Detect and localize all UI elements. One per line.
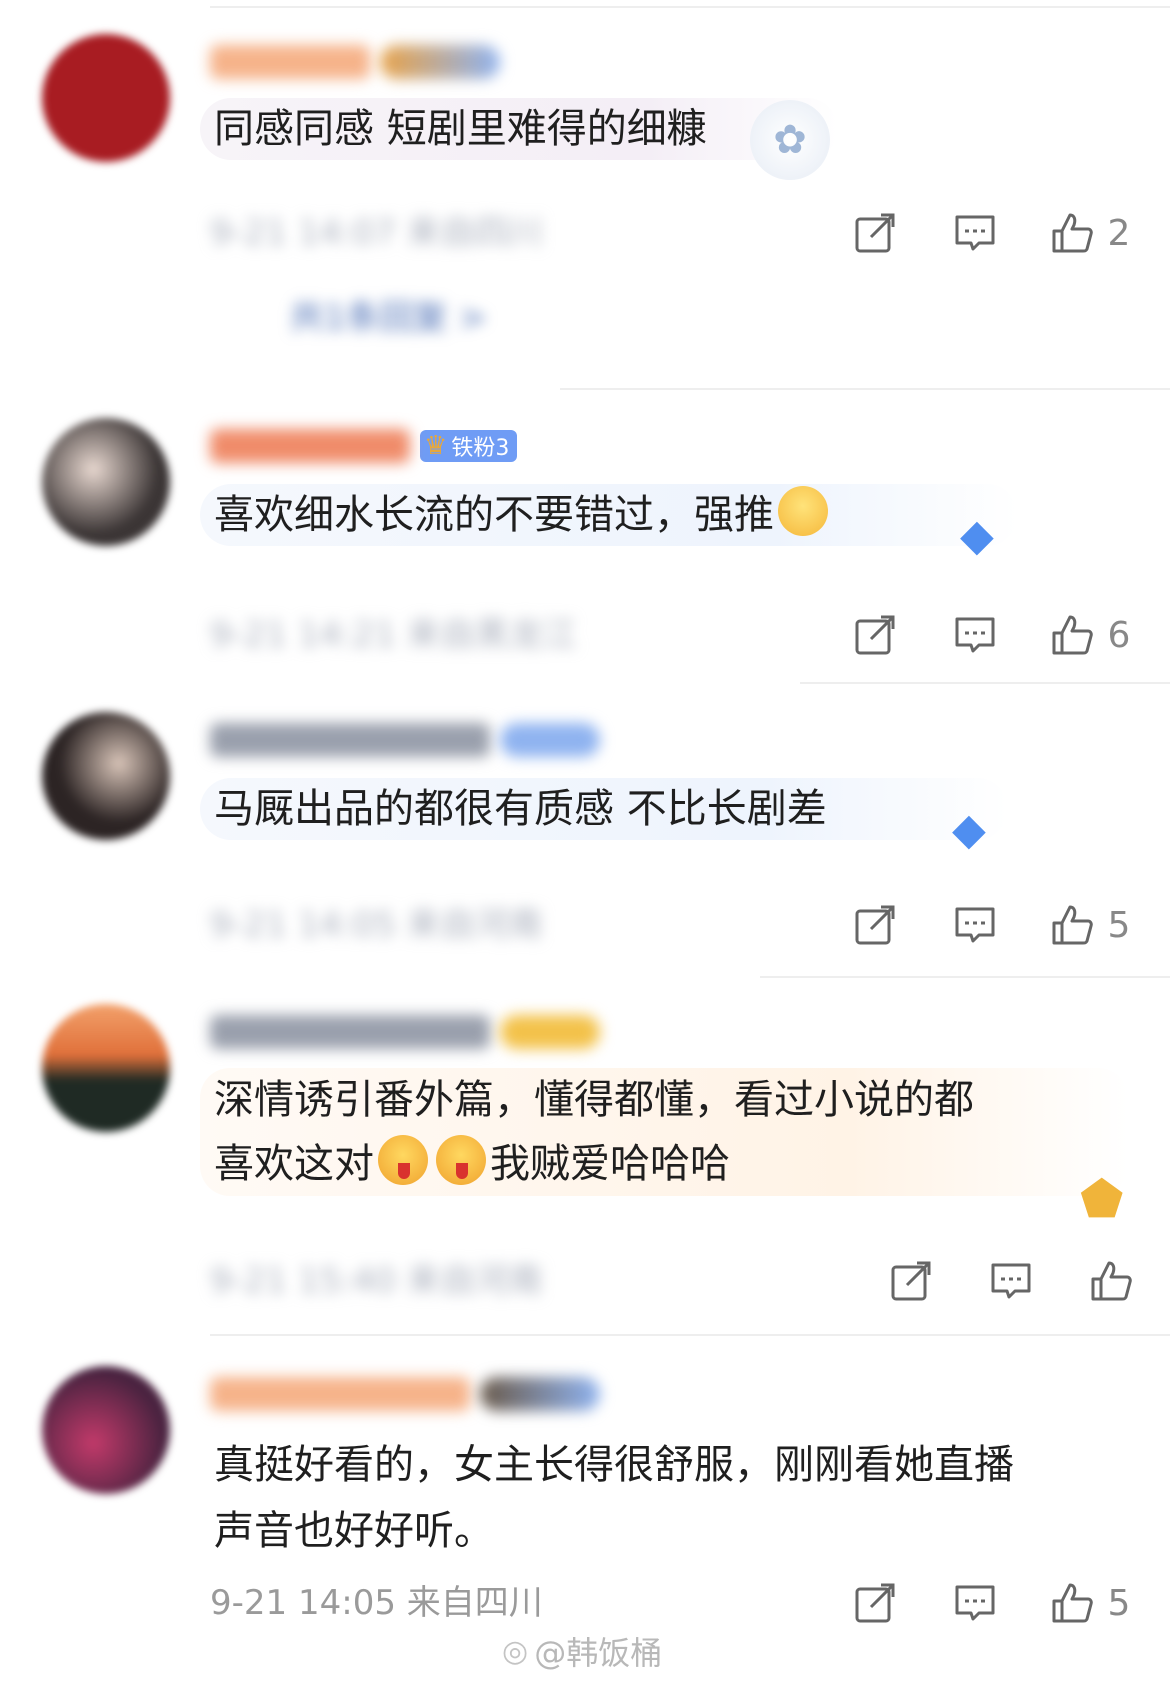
divider (760, 976, 1170, 978)
weibo-logo-icon: ◎ (502, 1633, 529, 1669)
comment-meta: 9-21 14:07 来自四川 (210, 213, 543, 253)
username[interactable] (210, 429, 410, 463)
username-row (210, 40, 500, 84)
comment-text-bubble: 喜欢细水长流的不要错过，强推 (200, 484, 1018, 546)
username[interactable] (210, 45, 370, 79)
drool-emoji-icon (378, 1135, 428, 1185)
comment-text: 马厩出品的都很有质感 不比长剧差 (214, 786, 827, 832)
diamond-deco-icon: ◆ (952, 804, 986, 855)
like-button[interactable]: 5 (1030, 1578, 1150, 1628)
comment-meta: 9-21 15:40 来自河南 (210, 1261, 543, 1301)
avatar[interactable] (42, 1004, 170, 1132)
top-divider (210, 6, 1170, 8)
like-icon (1052, 213, 1093, 253)
username-row (210, 1372, 600, 1416)
comment-text-line-1: 深情诱引番外篇，懂得都懂，看过小说的都 (214, 1077, 974, 1123)
repost-button[interactable] (830, 1578, 920, 1628)
action-bar: 5 (830, 1578, 1150, 1628)
repost-button[interactable] (830, 610, 920, 660)
username[interactable] (210, 723, 490, 757)
comment-icon (955, 215, 995, 251)
comment-text-line-2: 声音也好好听。 (214, 1508, 494, 1554)
comment-meta: 9-21 14:21 来自黑龙江 (210, 615, 577, 655)
comment-text-bubble: 深情诱引番外篇，懂得都懂，看过小说的都 喜欢这对 我贼爱哈哈哈 (200, 1068, 1128, 1196)
action-bar: 6 (830, 610, 1150, 660)
divider (800, 682, 1170, 684)
action-bar (866, 1256, 1156, 1306)
divider (210, 1334, 1170, 1336)
comment-button[interactable] (920, 610, 1030, 660)
like-icon (1091, 1261, 1132, 1301)
username-row: ♛ 铁粉3 (210, 424, 518, 468)
comment-button[interactable] (920, 900, 1030, 950)
username[interactable] (210, 1015, 490, 1049)
view-replies-link[interactable]: 共1条回复 > (290, 290, 487, 339)
repost-icon (855, 615, 895, 655)
repost-icon (855, 905, 895, 945)
comment-text-line-2: 喜欢这对 我贼爱哈哈哈 (214, 1132, 1114, 1196)
username-row (210, 1010, 600, 1054)
comment-icon (955, 907, 995, 943)
like-count: 6 (1107, 614, 1131, 656)
repost-button[interactable] (866, 1256, 956, 1306)
repost-icon (855, 213, 895, 253)
like-button[interactable]: 2 (1030, 208, 1150, 258)
comment-icon (955, 617, 995, 653)
watermark: ◎ @韩饭桶 (502, 1633, 663, 1673)
comment-text: 喜欢细水长流的不要错过，强推 (214, 492, 774, 538)
avatar[interactable] (42, 1366, 170, 1494)
user-badge (500, 723, 600, 757)
comment-meta: 9-21 14:05 来自河南 (210, 905, 543, 945)
comment-text-bubble: 真挺好看的，女主长得很舒服，刚刚看她直播 声音也好好听。 (200, 1432, 1170, 1564)
gold-gem-deco-icon: ⬟ (1080, 1170, 1124, 1228)
comment-text: 同感同感 短剧里难得的细糠 (214, 106, 707, 152)
like-button[interactable]: 5 (1030, 900, 1150, 950)
user-badge (380, 45, 500, 79)
like-icon (1052, 1583, 1093, 1623)
fan-badge: ♛ 铁粉3 (420, 430, 518, 462)
like-icon (1052, 615, 1093, 655)
like-button[interactable] (1066, 1256, 1156, 1306)
action-bar: 2 (830, 208, 1150, 258)
user-badge (500, 1015, 600, 1049)
repost-button[interactable] (830, 900, 920, 950)
comment-button[interactable] (920, 208, 1030, 258)
bubble-sticker-icon: ✿ (750, 100, 830, 180)
sleepy-emoji-icon (778, 486, 828, 536)
like-count: 5 (1107, 904, 1131, 946)
username[interactable] (210, 1377, 470, 1411)
divider (560, 388, 1170, 390)
avatar[interactable] (42, 34, 170, 162)
repost-icon (891, 1261, 931, 1301)
like-icon (1052, 905, 1093, 945)
comment-text-line-1: 真挺好看的，女主长得很舒服，刚刚看她直播 (214, 1442, 1014, 1488)
comment-button[interactable] (920, 1578, 1030, 1628)
like-button[interactable]: 6 (1030, 610, 1150, 660)
avatar[interactable] (42, 712, 170, 840)
action-bar: 5 (830, 900, 1150, 950)
crown-icon: ♛ (424, 431, 448, 461)
repost-icon (855, 1583, 895, 1623)
like-count: 5 (1107, 1582, 1131, 1624)
username-row (210, 718, 600, 762)
comment-text-bubble: 同感同感 短剧里难得的细糠 (200, 98, 838, 160)
comment-text-bubble: 马厩出品的都很有质感 不比长剧差 (200, 778, 1008, 840)
drool-emoji-icon (436, 1135, 486, 1185)
comment-icon (991, 1263, 1031, 1299)
user-badge (480, 1377, 600, 1411)
avatar[interactable] (42, 418, 170, 546)
comment-meta: 9-21 14:05 来自四川 (210, 1583, 543, 1623)
diamond-deco-icon: ◆ (960, 510, 994, 561)
comment-icon (955, 1585, 995, 1621)
like-count: 2 (1107, 212, 1131, 254)
repost-button[interactable] (830, 208, 920, 258)
comment-button[interactable] (956, 1256, 1066, 1306)
